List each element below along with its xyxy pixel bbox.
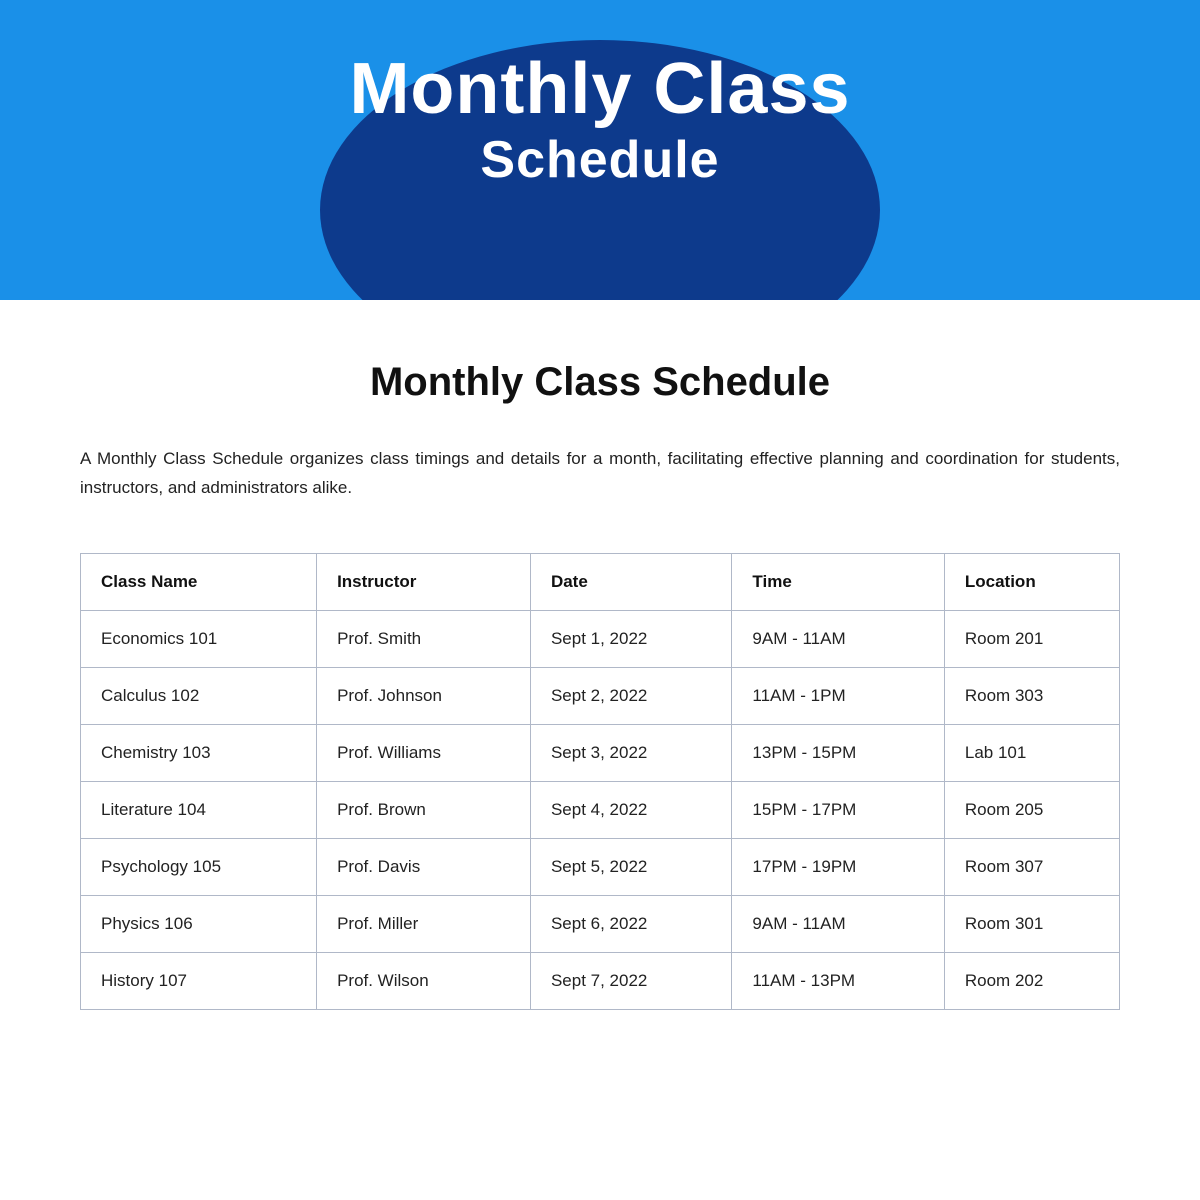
table-header: Class NameInstructorDateTimeLocation [81,553,1120,610]
table-cell: Room 303 [944,667,1119,724]
table-col-header: Time [732,553,944,610]
table-row: History 107Prof. WilsonSept 7, 202211AM … [81,952,1120,1009]
table-col-header: Location [944,553,1119,610]
table-cell: Economics 101 [81,610,317,667]
table-cell: Prof. Smith [317,610,531,667]
table-cell: Psychology 105 [81,838,317,895]
schedule-table: Class NameInstructorDateTimeLocation Eco… [80,553,1120,1010]
table-cell: Literature 104 [81,781,317,838]
table-body: Economics 101Prof. SmithSept 1, 20229AM … [81,610,1120,1009]
table-cell: Sept 2, 2022 [530,667,731,724]
table-cell: Room 301 [944,895,1119,952]
table-cell: Sept 5, 2022 [530,838,731,895]
header-title-line1: Monthly Class [349,50,850,129]
table-cell: 13PM - 15PM [732,724,944,781]
table-col-header: Class Name [81,553,317,610]
table-cell: History 107 [81,952,317,1009]
table-row: Calculus 102Prof. JohnsonSept 2, 202211A… [81,667,1120,724]
table-row: Physics 106Prof. MillerSept 6, 20229AM -… [81,895,1120,952]
table-cell: Sept 1, 2022 [530,610,731,667]
table-cell: 9AM - 11AM [732,610,944,667]
table-cell: Prof. Williams [317,724,531,781]
table-cell: 17PM - 19PM [732,838,944,895]
table-col-header: Instructor [317,553,531,610]
table-cell: Room 205 [944,781,1119,838]
page-description: A Monthly Class Schedule organizes class… [80,445,1120,503]
table-cell: 9AM - 11AM [732,895,944,952]
table-cell: 11AM - 1PM [732,667,944,724]
table-header-row: Class NameInstructorDateTimeLocation [81,553,1120,610]
table-cell: Prof. Brown [317,781,531,838]
table-row: Psychology 105Prof. DavisSept 5, 202217P… [81,838,1120,895]
table-cell: Prof. Miller [317,895,531,952]
header-title-container: Monthly Class Schedule [349,50,850,189]
header-title-line2: Schedule [349,130,850,190]
table-cell: Prof. Davis [317,838,531,895]
table-cell: Chemistry 103 [81,724,317,781]
table-cell: 15PM - 17PM [732,781,944,838]
table-row: Economics 101Prof. SmithSept 1, 20229AM … [81,610,1120,667]
table-cell: Calculus 102 [81,667,317,724]
table-cell: Room 307 [944,838,1119,895]
table-row: Chemistry 103Prof. WilliamsSept 3, 20221… [81,724,1120,781]
table-cell: Room 201 [944,610,1119,667]
table-cell: Sept 7, 2022 [530,952,731,1009]
table-cell: Sept 4, 2022 [530,781,731,838]
main-content: Monthly Class Schedule A Monthly Class S… [0,300,1200,1070]
table-col-header: Date [530,553,731,610]
table-cell: Physics 106 [81,895,317,952]
table-cell: Sept 3, 2022 [530,724,731,781]
page-header: Monthly Class Schedule [0,0,1200,300]
table-cell: Room 202 [944,952,1119,1009]
table-cell: Lab 101 [944,724,1119,781]
table-cell: Prof. Wilson [317,952,531,1009]
page-title: Monthly Class Schedule [80,360,1120,405]
table-row: Literature 104Prof. BrownSept 4, 202215P… [81,781,1120,838]
table-cell: Sept 6, 2022 [530,895,731,952]
table-cell: 11AM - 13PM [732,952,944,1009]
table-cell: Prof. Johnson [317,667,531,724]
